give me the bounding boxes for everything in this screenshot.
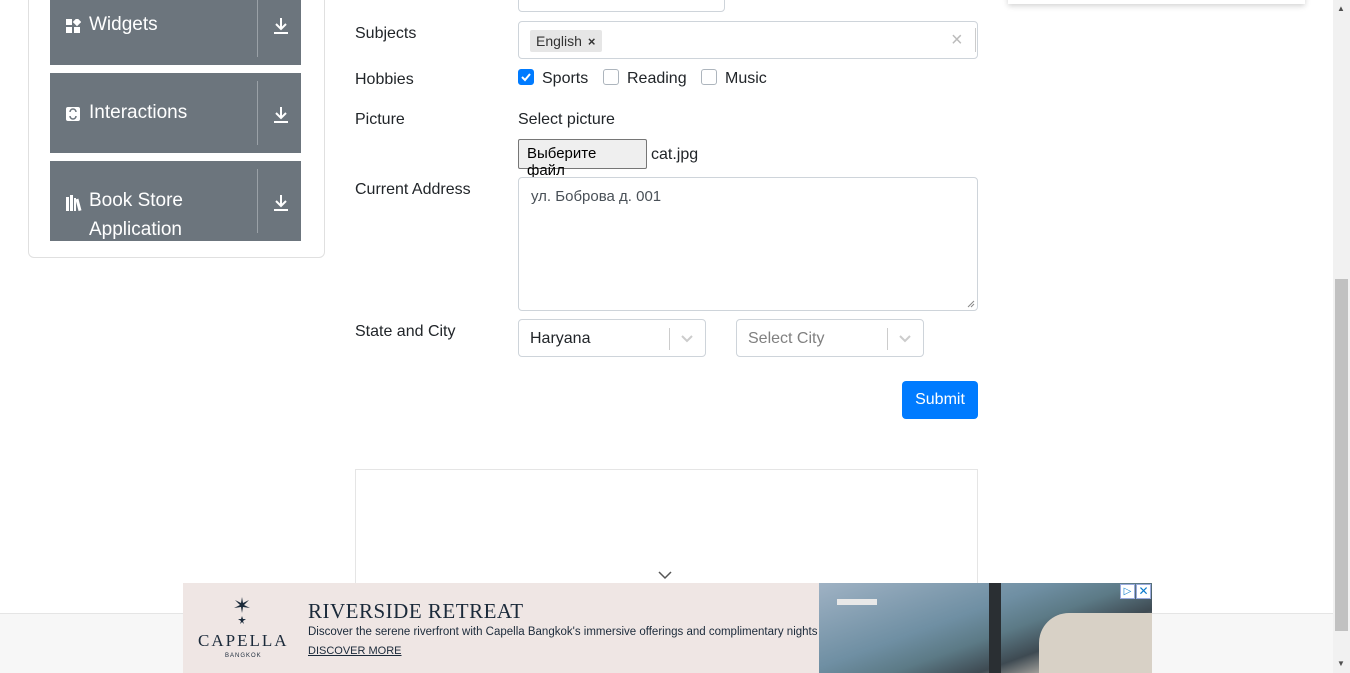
ad-brand-sub: BANGKOK (225, 653, 262, 659)
hobby-label: Sports (542, 70, 589, 87)
checkbox-checked[interactable] (518, 69, 534, 85)
checkbox[interactable] (603, 69, 619, 85)
hobbies-label: Hobbies (355, 71, 414, 88)
scroll-up-arrow-icon[interactable]: ▲ (1337, 4, 1345, 13)
ad-hotel-image (819, 583, 1152, 673)
state-select[interactable]: Haryana (518, 319, 706, 357)
hobby-music[interactable]: Music (701, 69, 767, 91)
subjects-input[interactable]: English × × (518, 21, 978, 59)
choose-file-button[interactable]: Выберите файл (518, 139, 647, 179)
close-ad-icon[interactable]: ✕ (1136, 584, 1151, 599)
resize-handle-icon[interactable] (967, 300, 975, 308)
sidebar-group-interactions[interactable]: Interactions (50, 73, 301, 153)
ad-placeholder-box (355, 469, 978, 599)
state-value: Haryana (530, 330, 591, 347)
hobby-label: Reading (627, 70, 687, 87)
scroll-down-arrow-icon[interactable]: ▼ (1337, 659, 1345, 668)
ad-image-window-frame (989, 583, 1001, 673)
sidebar-group-label: Book Store (89, 190, 183, 211)
state-city-label: State and City (355, 323, 456, 340)
download-arrow-icon[interactable] (273, 194, 289, 217)
chevron-down-icon[interactable] (897, 330, 913, 351)
separator (975, 28, 976, 52)
subject-chip: English × (530, 30, 602, 52)
subjects-label: Subjects (355, 25, 417, 42)
adchoices-icon[interactable]: ▷ (1120, 584, 1135, 599)
sidebar-group-label: Interactions (89, 102, 188, 123)
submit-button[interactable]: Submit (902, 381, 978, 419)
book-store-icon (66, 195, 84, 216)
city-placeholder: Select City (748, 330, 825, 347)
hobby-sports[interactable]: Sports (518, 69, 588, 91)
hobby-label: Music (725, 70, 767, 87)
right-card (1008, 0, 1305, 4)
ad-image-boat (837, 599, 877, 605)
download-arrow-icon[interactable] (273, 106, 289, 129)
ad-image-bed (1039, 613, 1152, 673)
date-of-birth-input[interactable] (518, 0, 725, 12)
chevron-down-icon[interactable] (679, 330, 695, 351)
download-arrow-icon[interactable] (273, 17, 289, 40)
select-picture-label: Select picture (518, 111, 615, 128)
sidebar-group-label: Widgets (89, 14, 158, 35)
ad-cta-link[interactable]: DISCOVER MORE (308, 645, 402, 657)
interactions-icon (66, 107, 80, 126)
group-divider (257, 169, 258, 233)
widgets-icon (66, 17, 82, 39)
checkbox[interactable] (701, 69, 717, 85)
current-address-label: Current Address (355, 181, 471, 198)
vertical-scrollbar[interactable]: ▲ ▼ (1333, 0, 1350, 673)
remove-chip-icon[interactable]: × (588, 34, 596, 49)
ad-brand: CAPELLA (198, 631, 289, 650)
hobby-reading[interactable]: Reading (603, 69, 687, 91)
sidebar-group-label-line2: Application (89, 219, 182, 240)
file-name: cat.jpg (651, 146, 699, 163)
scrollbar-thumb[interactable] (1335, 279, 1348, 631)
ad-body: Discover the serene riverfront with Cape… (308, 626, 818, 638)
sidebar-group-widgets[interactable]: Widgets (50, 0, 301, 65)
clear-icon[interactable]: × (951, 29, 963, 52)
ad-banner[interactable]: CAPELLA BANGKOK RIVERSIDE RETREAT Discov… (183, 583, 1152, 673)
group-divider (257, 81, 258, 145)
picture-label: Picture (355, 111, 405, 128)
capella-star-icon (233, 597, 251, 630)
separator (669, 328, 670, 350)
sidebar-group-book-store[interactable]: Book Store Application (50, 161, 301, 241)
group-divider (257, 0, 258, 57)
current-address-textarea[interactable]: ул. Боброва д. 001 (518, 177, 978, 311)
address-value: ул. Боброва д. 001 (531, 188, 662, 205)
ad-headline: RIVERSIDE RETREAT (308, 599, 524, 623)
separator (887, 328, 888, 350)
subject-chip-label: English (536, 33, 582, 49)
city-select[interactable]: Select City (736, 319, 924, 357)
